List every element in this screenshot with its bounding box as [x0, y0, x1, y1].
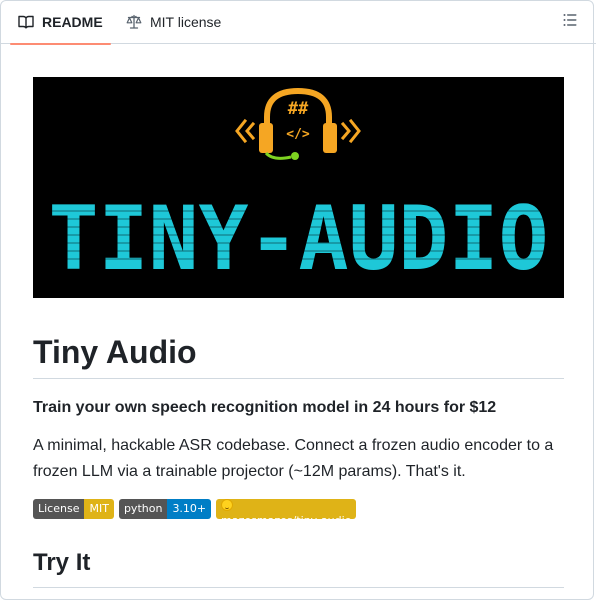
badge-row: License MIT python 3.10+ mazesmazes/tiny…	[33, 499, 357, 519]
license-badge-value: MIT	[84, 499, 114, 519]
outline-button[interactable]	[556, 8, 584, 36]
title-divider	[33, 378, 564, 379]
license-badge[interactable]: License MIT	[33, 499, 114, 519]
list-unordered-icon	[562, 12, 578, 33]
readme-subtitle: Train your own speech recognition model …	[33, 399, 497, 416]
headphone-code-glyph: </>	[286, 127, 310, 142]
huggingface-badge[interactable]: mazesmazes/tiny-audio	[216, 499, 357, 519]
readme-tab-bar: README MIT license	[0, 0, 596, 45]
python-badge[interactable]: python 3.10+	[118, 499, 212, 519]
python-badge-value: 3.10+	[167, 499, 212, 519]
tab-mit-license-label: MIT license	[150, 14, 222, 30]
tab-readme[interactable]: README	[10, 0, 111, 45]
section-heading-try-it: Try It	[33, 549, 91, 576]
project-banner: ## </> TINY-AUDIO	[33, 77, 564, 298]
license-badge-label: License	[33, 499, 85, 519]
readme-body: ## </> TINY-AUDIO Tiny Audio Train your …	[33, 77, 564, 588]
active-tab-indicator	[10, 43, 111, 45]
huggingface-badge-text: mazesmazes/tiny-audio	[221, 511, 351, 519]
scale-icon	[126, 14, 142, 30]
section-divider	[33, 587, 564, 588]
book-icon	[18, 14, 34, 30]
headphone-hash-text: ##	[288, 99, 309, 119]
python-badge-label: python	[118, 499, 168, 519]
tab-mit-license[interactable]: MIT license	[118, 0, 229, 44]
readme-description: A minimal, hackable ASR codebase. Connec…	[33, 437, 554, 480]
readme-title: Tiny Audio	[33, 334, 197, 370]
tiny-audio-logo-text: TINY-AUDIO	[49, 187, 549, 290]
hugging-face-icon	[221, 499, 234, 511]
tab-readme-label: README	[42, 14, 103, 30]
